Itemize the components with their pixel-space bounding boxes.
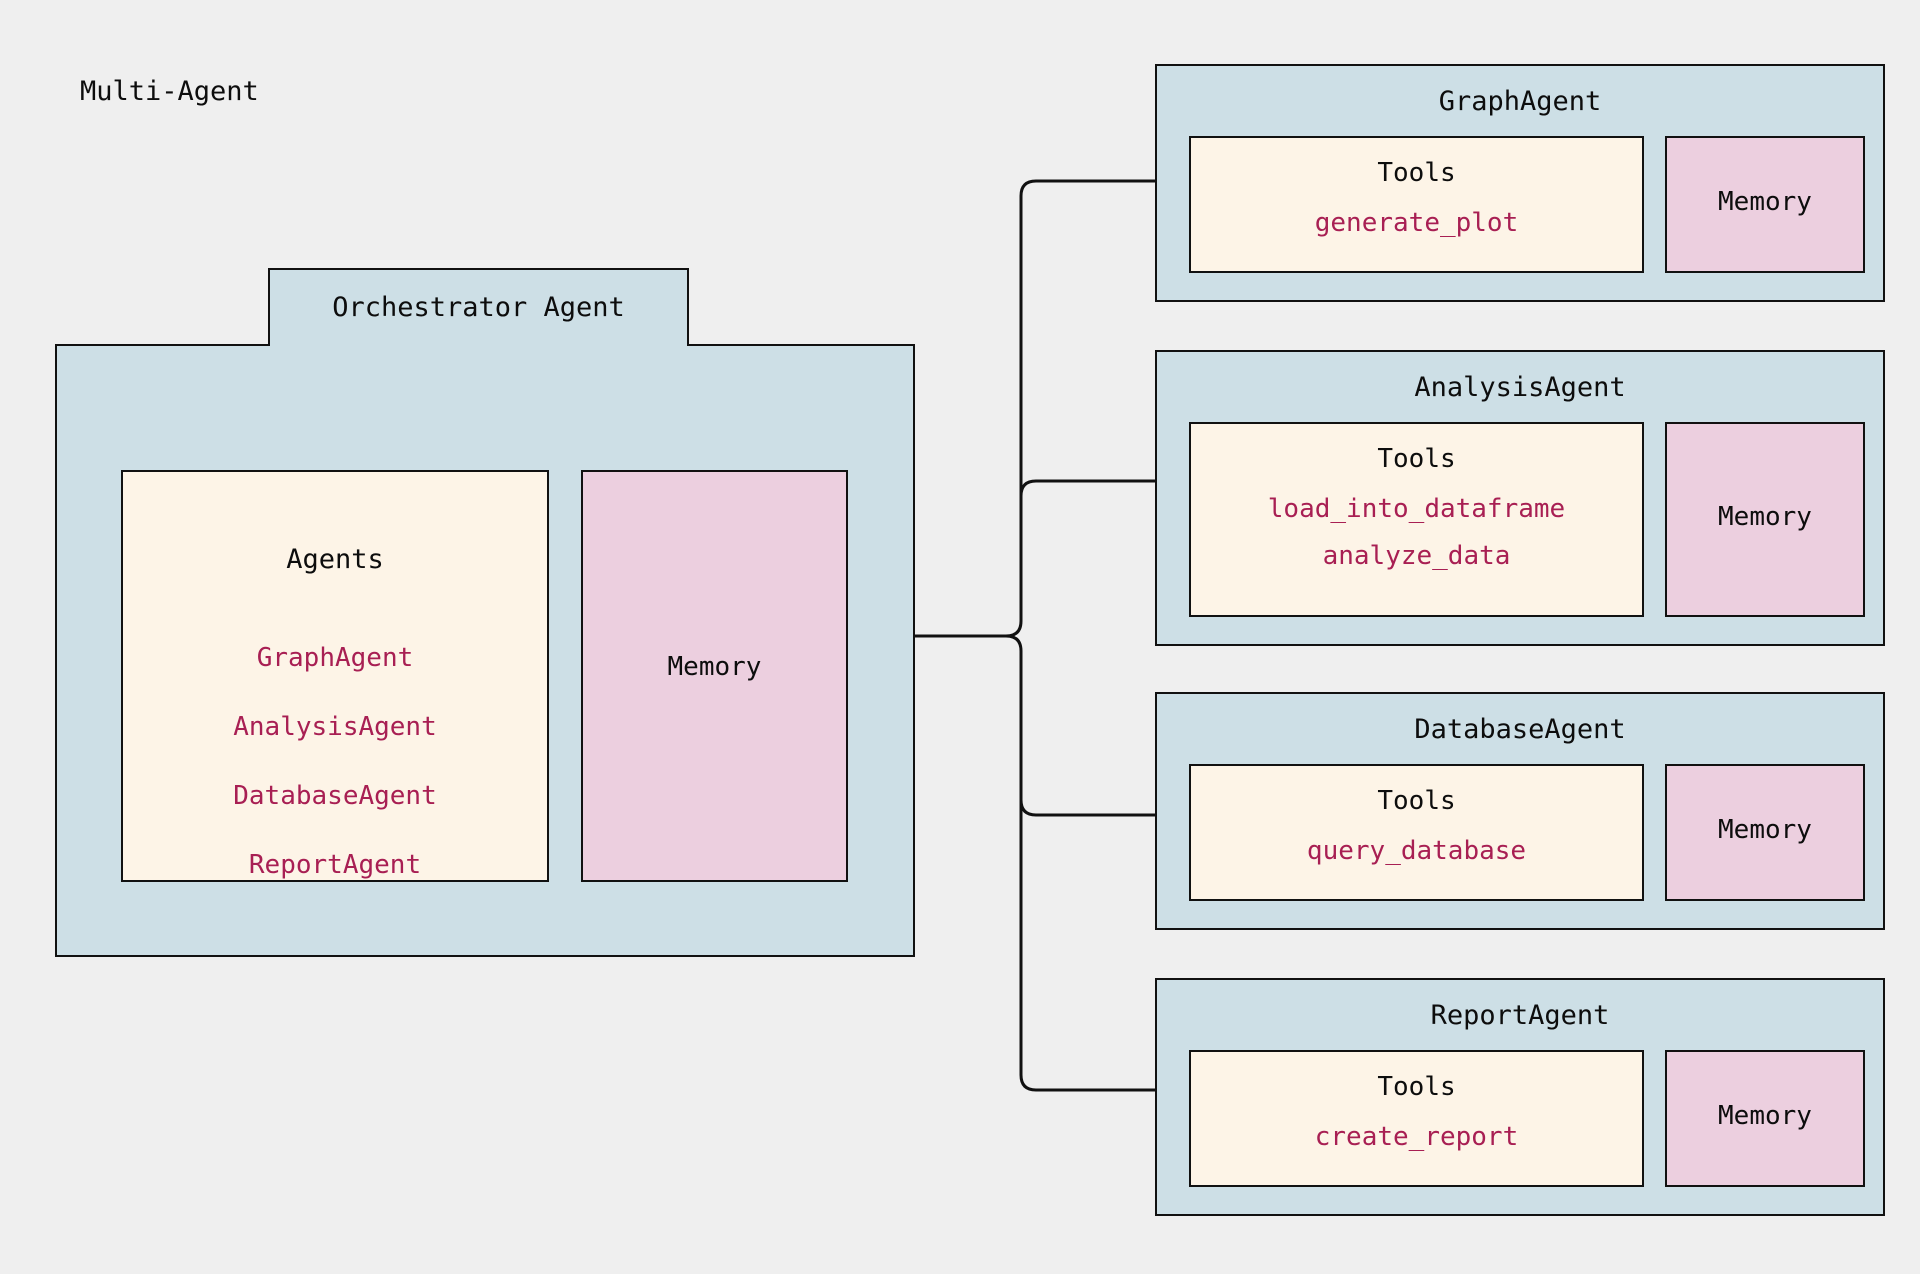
subagent-memory-label: Memory [1718,187,1812,217]
tools-list: load_into_dataframe analyze_data [1191,486,1642,580]
diagram-canvas: Multi-Agent Orchestrator Agent Agents Gr… [0,0,1920,1274]
subagent-card-reportagent[interactable]: ReportAgent Tools create_report Memory [1155,978,1885,1216]
subagent-tools-panel[interactable]: Tools load_into_dataframe analyze_data [1189,422,1644,617]
orchestrator-title: Orchestrator Agent [332,292,625,323]
subagent-title: AnalysisAgent [1414,372,1626,403]
list-item[interactable]: query_database [1191,828,1642,875]
connector-junction-up [1005,620,1023,638]
subagent-tools-panel[interactable]: Tools query_database [1189,764,1644,901]
orchestrator-agents-panel[interactable]: Agents GraphAgent AnalysisAgent Database… [121,470,549,882]
connector-branch-databaseagent [1019,799,1155,817]
subagent-card-analysisagent[interactable]: AnalysisAgent Tools load_into_dataframe … [1155,350,1885,646]
tools-heading: Tools [1377,1072,1456,1102]
list-item[interactable]: ReportAgent [123,831,547,900]
list-item[interactable]: analyze_data [1191,533,1642,580]
connector-junction-down [1005,634,1023,652]
subagent-card-databaseagent[interactable]: DatabaseAgent Tools query_database Memor… [1155,692,1885,930]
connector-branch-graphagent [1019,179,1155,197]
list-item[interactable]: GraphAgent [123,624,547,693]
list-item[interactable]: create_report [1191,1114,1642,1161]
tools-list: create_report [1191,1114,1642,1161]
subagent-memory-panel[interactable]: Memory [1665,136,1865,273]
subagent-title: DatabaseAgent [1414,714,1626,745]
orchestrator-memory-label: Memory [667,652,762,682]
subagent-memory-label: Memory [1718,1101,1812,1131]
tools-heading: Tools [1377,786,1456,816]
list-item[interactable]: load_into_dataframe [1191,486,1642,533]
list-item[interactable]: DatabaseAgent [123,762,547,831]
orchestrator-title-tab: Orchestrator Agent [268,268,689,346]
subagent-tools-panel[interactable]: Tools create_report [1189,1050,1644,1187]
subagent-tools-panel[interactable]: Tools generate_plot [1189,136,1644,273]
orchestrator-memory-panel[interactable]: Memory [581,470,848,882]
diagram-title: Multi-Agent [80,76,259,107]
tools-heading: Tools [1377,158,1456,188]
subagent-card-graphagent[interactable]: GraphAgent Tools generate_plot Memory [1155,64,1885,302]
subagent-title: GraphAgent [1438,86,1602,117]
tools-list: query_database [1191,828,1642,875]
orchestrator-panels: Agents GraphAgent AnalysisAgent Database… [55,344,915,957]
subagent-memory-label: Memory [1718,815,1812,845]
subagent-title: ReportAgent [1430,1000,1610,1031]
tools-list: generate_plot [1191,200,1642,247]
connector-branch-analysisagent [1019,479,1155,497]
orchestrator-agents-list: GraphAgent AnalysisAgent DatabaseAgent R… [123,624,547,900]
list-item[interactable]: AnalysisAgent [123,693,547,762]
subagent-memory-panel[interactable]: Memory [1665,1050,1865,1187]
tools-heading: Tools [1377,444,1456,474]
connector-branch-reportagent [1019,1074,1155,1092]
subagent-memory-label: Memory [1718,502,1812,532]
subagent-memory-panel[interactable]: Memory [1665,764,1865,901]
list-item[interactable]: generate_plot [1191,200,1642,247]
orchestrator-agents-heading: Agents [286,544,384,575]
orchestrator-agent[interactable]: Orchestrator Agent Agents GraphAgent Ana… [55,268,915,958]
subagent-memory-panel[interactable]: Memory [1665,422,1865,617]
